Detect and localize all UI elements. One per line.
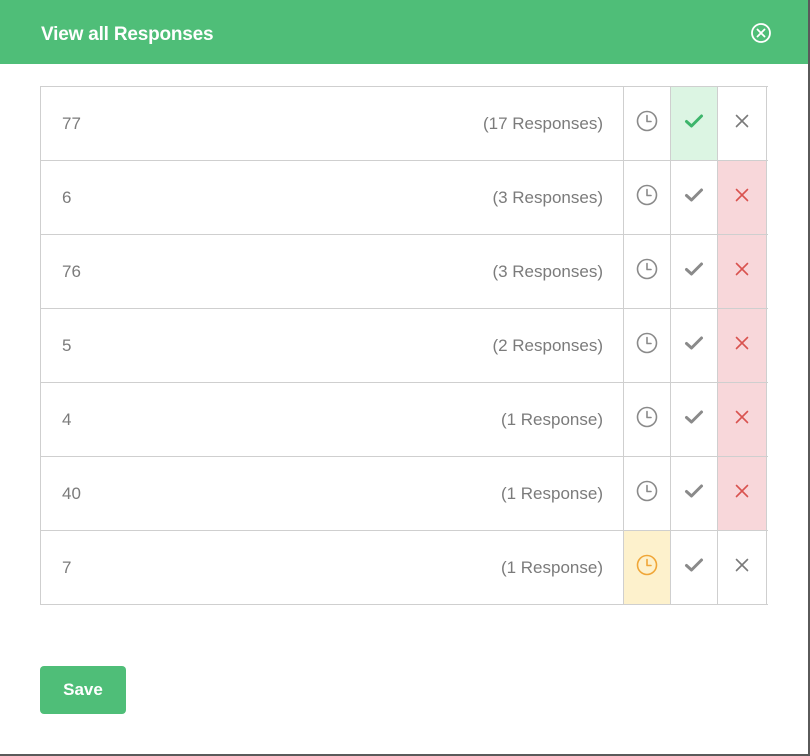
table-row: 77 (17 Responses) (41, 87, 768, 161)
close-icon (734, 113, 750, 134)
modal-title: View all Responses (41, 24, 214, 45)
table-row: 76 (3 Responses) (41, 235, 768, 309)
clock-icon (635, 183, 659, 212)
check-icon (684, 113, 704, 134)
reject-button[interactable] (718, 457, 767, 530)
response-cell: 7 (1 Response) (41, 531, 624, 604)
check-icon (684, 261, 704, 282)
check-icon (684, 557, 704, 578)
reject-button[interactable] (718, 235, 767, 308)
reject-button[interactable] (718, 309, 767, 382)
response-count: (1 Response) (500, 558, 603, 577)
table-row: 40 (1 Response) (41, 457, 768, 531)
accept-button[interactable] (671, 235, 718, 308)
accept-button[interactable] (671, 87, 718, 160)
pending-button[interactable] (624, 383, 671, 456)
clock-icon (635, 479, 659, 508)
response-count: (2 Responses) (492, 336, 603, 355)
close-icon (734, 187, 750, 208)
accept-button[interactable] (671, 457, 718, 530)
pending-button[interactable] (624, 531, 671, 604)
check-icon (684, 335, 704, 356)
clock-icon (635, 553, 659, 582)
close-icon (734, 335, 750, 356)
close-icon (734, 409, 750, 430)
table-row: 4 (1 Response) (41, 383, 768, 457)
modal-header: View all Responses (0, 0, 808, 64)
clock-icon (635, 405, 659, 434)
save-button[interactable]: Save (40, 666, 126, 714)
response-value: 40 (62, 484, 81, 503)
reject-button[interactable] (718, 161, 767, 234)
response-value: 77 (62, 114, 81, 133)
close-icon (734, 483, 750, 504)
clock-icon (635, 109, 659, 138)
response-value: 7 (62, 558, 72, 577)
accept-button[interactable] (671, 161, 718, 234)
close-icon (734, 557, 750, 578)
close-icon (734, 261, 750, 282)
pending-button[interactable] (624, 309, 671, 382)
response-count: (1 Response) (500, 410, 603, 429)
check-icon (684, 187, 704, 208)
reject-button[interactable] (718, 383, 767, 456)
close-icon[interactable] (750, 22, 772, 44)
response-cell: 4 (1 Response) (41, 383, 624, 456)
check-icon (684, 483, 704, 504)
table-row: 7 (1 Response) (41, 531, 768, 605)
table-row: 6 (3 Responses) (41, 161, 768, 235)
responses-modal: View all Responses 77 (17 Responses) 6 (… (0, 0, 810, 756)
response-cell: 6 (3 Responses) (41, 161, 624, 234)
accept-button[interactable] (671, 531, 718, 604)
pending-button[interactable] (624, 235, 671, 308)
clock-icon (635, 331, 659, 360)
pending-button[interactable] (624, 161, 671, 234)
pending-button[interactable] (624, 457, 671, 530)
response-count: (17 Responses) (482, 114, 603, 133)
response-cell: 76 (3 Responses) (41, 235, 624, 308)
check-icon (684, 409, 704, 430)
response-value: 6 (62, 188, 72, 207)
response-cell: 40 (1 Response) (41, 457, 624, 530)
accept-button[interactable] (671, 383, 718, 456)
reject-button[interactable] (718, 531, 767, 604)
response-cell: 77 (17 Responses) (41, 87, 624, 160)
response-value: 4 (62, 410, 72, 429)
response-cell: 5 (2 Responses) (41, 309, 624, 382)
response-count: (3 Responses) (492, 188, 603, 207)
response-count: (1 Response) (500, 484, 603, 503)
response-value: 5 (62, 336, 72, 355)
accept-button[interactable] (671, 309, 718, 382)
response-count: (3 Responses) (492, 262, 603, 281)
pending-button[interactable] (624, 87, 671, 160)
clock-icon (635, 257, 659, 286)
reject-button[interactable] (718, 87, 767, 160)
table-row: 5 (2 Responses) (41, 309, 768, 383)
responses-table: 77 (17 Responses) 6 (3 Responses) 76 (3 … (40, 86, 768, 605)
response-value: 76 (62, 262, 81, 281)
